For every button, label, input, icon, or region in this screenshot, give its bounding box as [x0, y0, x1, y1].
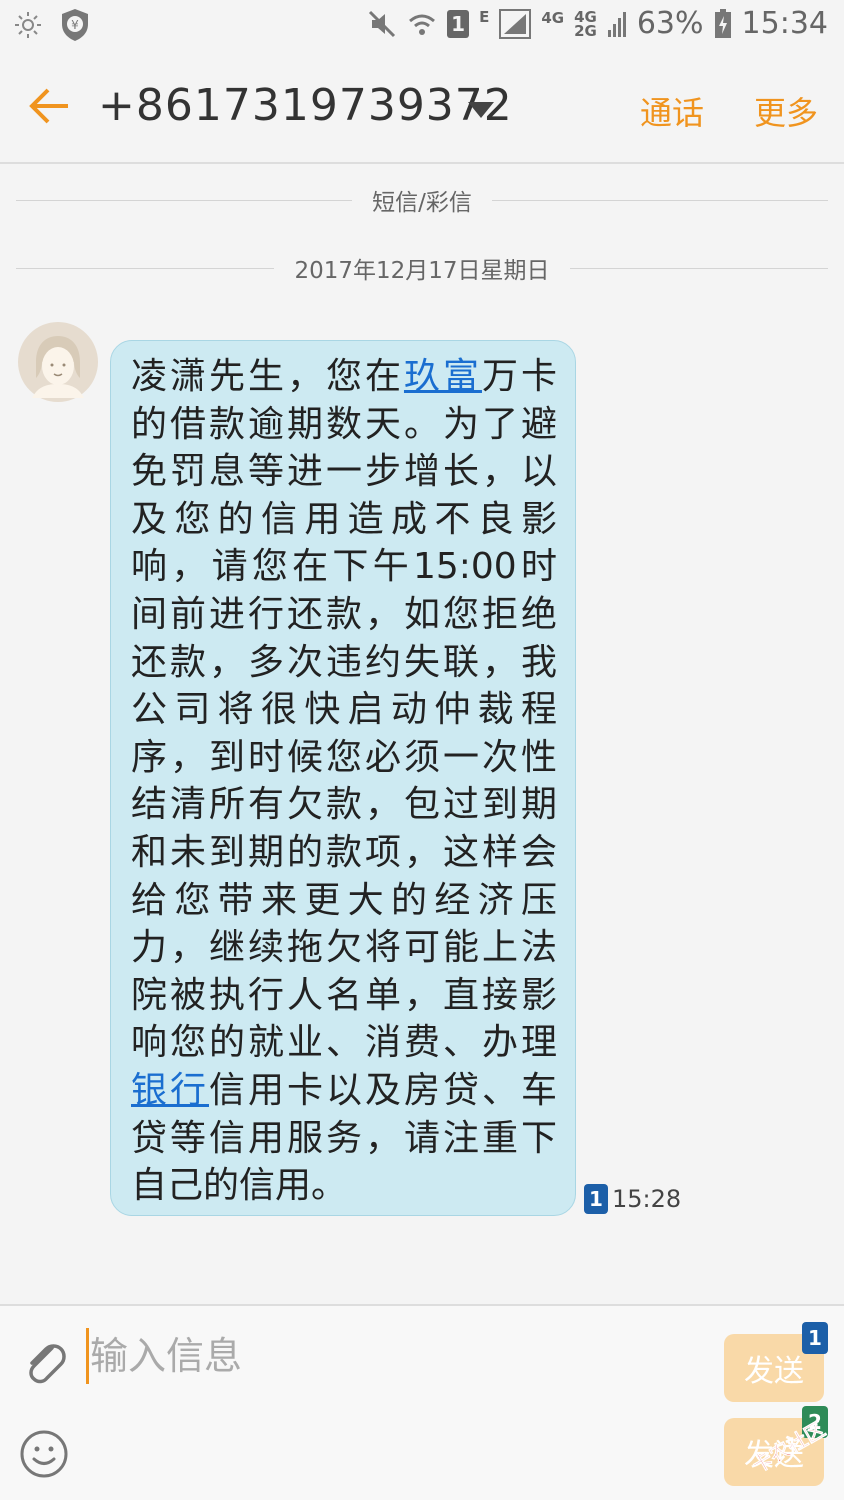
message-bubble[interactable]: 凌潇先生，您在玖富万卡的借款逾期数天。为了避免罚息等进一步增长，以及您的信用造成… [110, 340, 576, 1216]
network-4g-label: 4G [541, 8, 565, 27]
sim-slot-badge: 1 [447, 9, 470, 38]
network-4g2g-bottom: 2G [574, 21, 597, 40]
message-text-part: 万卡的借款逾期数天。为了避免罚息等进一步增长，以及您的信用造成不良影响，请您在下… [131, 356, 557, 1064]
send-sim-1-badge: 1 [802, 1322, 828, 1354]
message-type-label: 短信/彩信 [372, 190, 472, 216]
clock: 15:34 [741, 6, 828, 41]
date-label: 2017年12月17日星期日 [294, 258, 550, 284]
composer: 发送 1 发送 2 [0, 1304, 844, 1500]
more-button[interactable]: 更多 [754, 88, 818, 134]
message-text: 凌潇先生，您在玖富万卡的借款逾期数天。为了避免罚息等进一步增长，以及您的信用造成… [131, 353, 557, 1210]
contact-number[interactable]: +8617319739372 [98, 80, 513, 131]
mute-icon [369, 10, 396, 37]
message-type-divider: 短信/彩信 [16, 180, 828, 220]
divider-line [491, 199, 828, 201]
network-4g2g: 4G 2G [574, 9, 597, 40]
divider-line [569, 267, 829, 269]
message-time: 15:28 [612, 1185, 682, 1213]
divider-line [16, 199, 353, 201]
svg-text:¥: ¥ [71, 18, 79, 32]
app-bar: +8617319739372 通话 更多 [0, 52, 844, 164]
shield-yuan-icon: ¥ [62, 9, 88, 41]
signal-bars-icon [607, 11, 626, 37]
call-button[interactable]: 通话 [640, 88, 704, 134]
battery-charging-icon [714, 8, 731, 38]
sim-1-badge: 1 [584, 1184, 608, 1214]
watermark-logo: 卡农社区 [748, 1416, 830, 1478]
paperclip-icon[interactable] [20, 1336, 70, 1386]
back-arrow-icon[interactable] [28, 84, 72, 128]
status-bar: ¥ 1 E 4G 4G 2G 63% 15:34 [0, 0, 844, 52]
message-link-bank[interactable]: 银行 [131, 1070, 209, 1111]
date-divider: 2017年12月17日星期日 [16, 248, 829, 288]
message-text-part: 凌潇先生，您在 [131, 356, 404, 397]
text-caret [86, 1328, 89, 1384]
svg-text:卡农社区: 卡农社区 [748, 1417, 829, 1478]
message-link-jiufu[interactable]: 玖富 [404, 356, 482, 397]
wifi-icon [409, 14, 436, 35]
signal-icon [499, 8, 532, 39]
divider-line [16, 267, 275, 269]
avatar[interactable] [18, 322, 98, 402]
brightness-icon [15, 12, 41, 38]
emoji-icon[interactable] [18, 1428, 70, 1480]
network-e-label: E [479, 7, 490, 26]
message-meta: 1 15:28 [584, 1184, 681, 1214]
battery-percent: 63% [636, 6, 704, 41]
message-input[interactable] [90, 1326, 690, 1386]
chevron-down-icon[interactable] [466, 100, 496, 120]
